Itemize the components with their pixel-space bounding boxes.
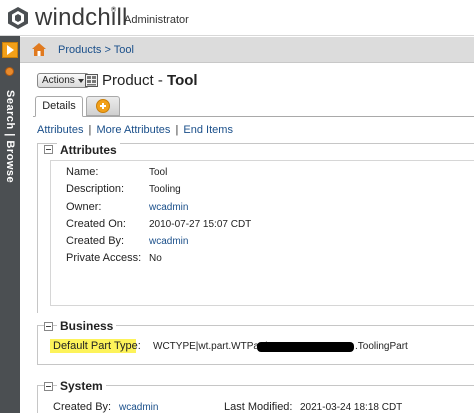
section-links: Attributes | More Attributes | End Items [37, 124, 233, 136]
windchill-logo-icon[interactable] [6, 6, 30, 30]
attr-private-access-label: Private Access: [66, 252, 142, 264]
actions-label: Actions [42, 75, 75, 86]
page-title: Product - Tool [102, 72, 198, 89]
attr-name-label: Name: [66, 166, 99, 178]
attr-created-on-label: Created On: [66, 218, 126, 230]
chevron-down-icon [77, 78, 84, 83]
attr-owner-label: Owner: [66, 201, 102, 213]
business-section-title: Business [57, 319, 117, 333]
user-role: Administrator [124, 14, 189, 26]
link-more-attributes[interactable]: More Attributes [96, 124, 170, 136]
default-part-type-prefix: WCTYPE|wt.part.WTPart| [153, 341, 268, 352]
tab-strip-divider [33, 116, 474, 117]
trademark: ® [111, 7, 117, 14]
default-part-type-label: Default Part Type: [53, 340, 141, 352]
redaction-bar [257, 342, 354, 352]
attributes-group [50, 160, 474, 306]
add-tab-icon [96, 99, 110, 113]
page-title-name: Tool [167, 72, 198, 89]
tab-add[interactable] [86, 96, 120, 116]
attr-created-by-link[interactable]: wcadmin [149, 236, 188, 247]
link-separator: | [175, 124, 179, 136]
default-part-type-suffix: .ToolingPart [355, 341, 408, 352]
collapse-system-icon[interactable] [44, 382, 53, 391]
attr-created-by-label: Created By: [66, 235, 125, 247]
system-section-title: System [57, 379, 106, 393]
breadcrumb-bar: Products > Tool [20, 37, 474, 63]
app-header: windchill ® Administrator [0, 0, 474, 36]
tab-details[interactable]: Details [35, 96, 83, 117]
collapse-business-icon[interactable] [44, 322, 53, 331]
attributes-section-title: Attributes [57, 143, 120, 157]
last-modified-value: 2021-03-24 18:18 CDT [300, 402, 403, 413]
home-icon[interactable] [32, 43, 46, 56]
system-created-by-link[interactable]: wcadmin [119, 402, 158, 413]
navigator-status-icon [5, 67, 14, 76]
link-attributes[interactable]: Attributes [37, 124, 83, 136]
page-title-type: Product - [102, 72, 168, 89]
navigator-toggle-button[interactable] [2, 42, 18, 58]
navigator-search-browse-label[interactable]: Search | Browse [3, 90, 17, 200]
attr-name-value: Tool [149, 167, 168, 178]
collapse-attributes-icon[interactable] [44, 145, 53, 154]
breadcrumb[interactable]: Products > Tool [58, 44, 134, 56]
link-separator: | [88, 124, 92, 136]
attr-private-access-value: No [149, 253, 162, 264]
link-end-items[interactable]: End Items [183, 124, 233, 136]
attr-owner-link[interactable]: wcadmin [149, 202, 188, 213]
attr-description-label: Description: [66, 183, 125, 195]
last-modified-label: Last Modified: [224, 401, 293, 413]
expand-arrow-icon [7, 45, 14, 55]
product-icon [85, 74, 98, 87]
actions-menu-button[interactable]: Actions [37, 73, 89, 88]
attr-created-on-value: 2010-07-27 15:07 CDT [149, 219, 252, 230]
attr-description-value: Tooling [149, 184, 181, 195]
system-created-by-label: Created By: [53, 401, 112, 413]
